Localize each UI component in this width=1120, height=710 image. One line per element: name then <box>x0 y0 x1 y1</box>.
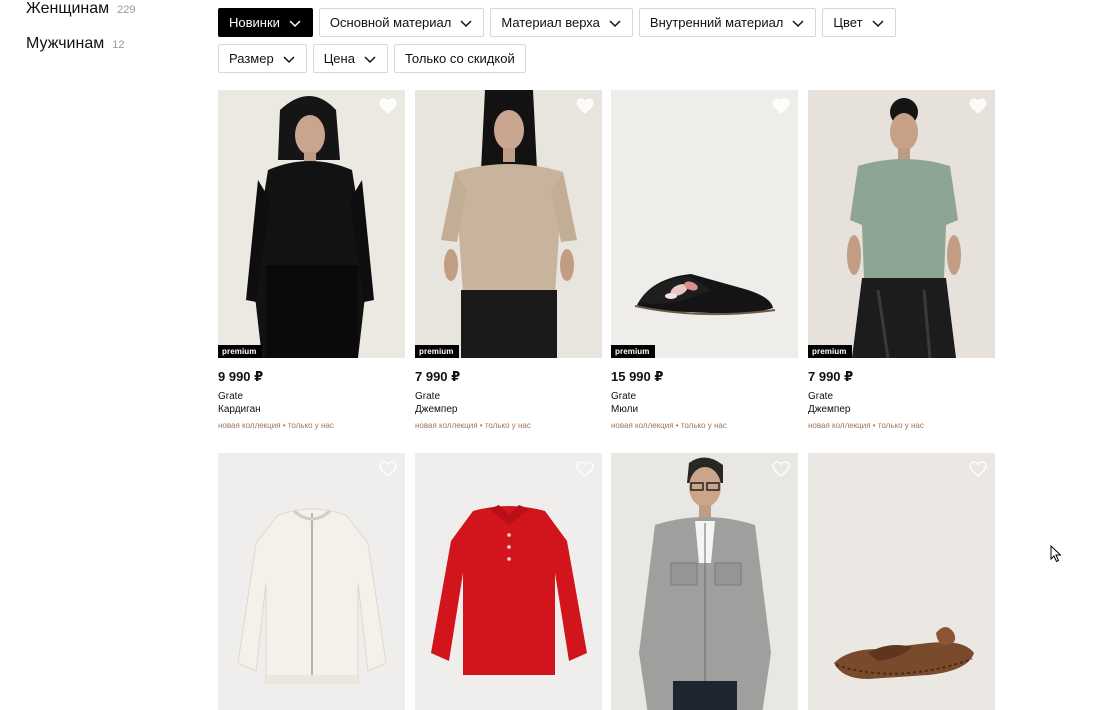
category-label: Женщинам <box>26 0 110 17</box>
category-count: 12 <box>112 39 125 51</box>
mouse-cursor-icon <box>1050 545 1062 563</box>
premium-badge: premium <box>218 345 262 358</box>
heart-icon[interactable] <box>969 98 987 114</box>
product-price: 7 990 ₽ <box>415 369 461 384</box>
product-card[interactable]: premium 7 990 ₽ Grate Джемпер новая колл… <box>808 90 995 430</box>
tag-new-collection: новая коллекция <box>808 421 871 430</box>
tag-exclusive: только у нас <box>484 421 531 430</box>
product-brand: Grate <box>415 391 441 402</box>
product-image-white-zip-cardigan[interactable] <box>218 453 405 710</box>
product-image-red-polo-sweater[interactable] <box>415 453 602 710</box>
heart-icon[interactable] <box>772 98 790 114</box>
product-card[interactable] <box>611 453 798 710</box>
heart-icon[interactable] <box>969 461 987 477</box>
product-card[interactable]: premium 7 990 ₽ Grate Джемпер новая колл… <box>415 90 602 430</box>
product-card[interactable] <box>415 453 602 710</box>
premium-badge: premium <box>611 345 655 358</box>
premium-badge: premium <box>808 345 852 358</box>
product-brand: Grate <box>611 391 637 402</box>
filter-label: Основной материал <box>329 15 452 30</box>
product-price: 15 990 ₽ <box>611 369 664 384</box>
chevron-down-icon <box>608 16 622 30</box>
category-men[interactable]: Мужчинам 12 <box>26 34 136 70</box>
product-type: Кардиган <box>218 404 261 415</box>
filter-label: Только со скидкой <box>404 51 515 66</box>
chevron-down-icon <box>871 16 885 30</box>
filter-inner-material[interactable]: Внутренний материал <box>638 8 817 37</box>
product-image-woman-green-knit-top[interactable]: premium <box>808 90 995 358</box>
product-type: Джемпер <box>415 404 458 415</box>
heart-icon[interactable] <box>772 461 790 477</box>
product-type: Мюли <box>611 404 639 415</box>
filter-size[interactable]: Размер <box>218 44 307 73</box>
tag-exclusive: только у нас <box>287 421 334 430</box>
chevron-down-icon <box>791 16 805 30</box>
product-price: 7 990 ₽ <box>808 369 854 384</box>
tag-new-collection: новая коллекция <box>218 421 281 430</box>
tag-exclusive: только у нас <box>877 421 924 430</box>
product-image-man-grey-shirt-jacket[interactable] <box>611 453 798 710</box>
heart-icon[interactable] <box>576 98 594 114</box>
product-brand: Grate <box>218 391 244 402</box>
heart-icon[interactable] <box>379 98 397 114</box>
filter-new[interactable]: Новинки <box>218 8 313 37</box>
product-card[interactable]: premium 9 990 ₽ Grate Кардиган новая кол… <box>218 90 405 430</box>
product-type: Джемпер <box>808 404 851 415</box>
product-card[interactable] <box>808 453 995 710</box>
filter-label: Размер <box>229 51 274 66</box>
product-tags: новая коллекция • только у нас <box>611 421 727 430</box>
filter-label: Новинки <box>229 15 280 30</box>
heart-icon[interactable] <box>576 461 594 477</box>
chevron-down-icon <box>282 52 296 66</box>
filter-label: Материал верха <box>501 15 600 30</box>
product-image-woman-black-cardigan[interactable]: premium <box>218 90 405 358</box>
product-card[interactable]: premium 15 990 ₽ Grate Мюли новая коллек… <box>611 90 798 430</box>
category-women[interactable]: Женщинам 229 <box>26 0 136 34</box>
filter-label: Внутренний материал <box>649 15 784 30</box>
category-label: Мужчинам <box>26 35 105 52</box>
filter-discount-only[interactable]: Только со скидкой <box>393 44 526 73</box>
filter-upper-material[interactable]: Материал верха <box>490 8 633 37</box>
product-image-woman-beige-jumper[interactable]: premium <box>415 90 602 358</box>
product-image-brown-leather-flat[interactable] <box>808 453 995 710</box>
chevron-down-icon <box>363 52 377 66</box>
product-card[interactable] <box>218 453 405 710</box>
tag-new-collection: новая коллекция <box>415 421 478 430</box>
product-price: 9 990 ₽ <box>218 369 264 384</box>
product-image-black-embroidered-mule[interactable]: premium <box>611 90 798 358</box>
filter-price[interactable]: Цена <box>312 44 388 73</box>
chevron-down-icon <box>288 16 302 30</box>
product-tags: новая коллекция • только у нас <box>808 421 924 430</box>
tag-exclusive: только у нас <box>680 421 727 430</box>
chevron-down-icon <box>459 16 473 30</box>
product-tags: новая коллекция • только у нас <box>218 421 334 430</box>
product-brand: Grate <box>808 391 834 402</box>
filter-color[interactable]: Цвет <box>822 8 896 37</box>
tag-new-collection: новая коллекция <box>611 421 674 430</box>
filter-bar: Новинки Основной материал Материал верха… <box>218 8 978 73</box>
filter-main-material[interactable]: Основной материал <box>318 8 485 37</box>
category-count: 229 <box>117 4 136 16</box>
filter-label: Цвет <box>833 15 863 30</box>
category-sidebar: Женщинам 229 Мужчинам 12 <box>26 0 136 70</box>
premium-badge: premium <box>415 345 459 358</box>
heart-icon[interactable] <box>379 461 397 477</box>
filter-label: Цена <box>323 51 355 66</box>
product-tags: новая коллекция • только у нас <box>415 421 531 430</box>
